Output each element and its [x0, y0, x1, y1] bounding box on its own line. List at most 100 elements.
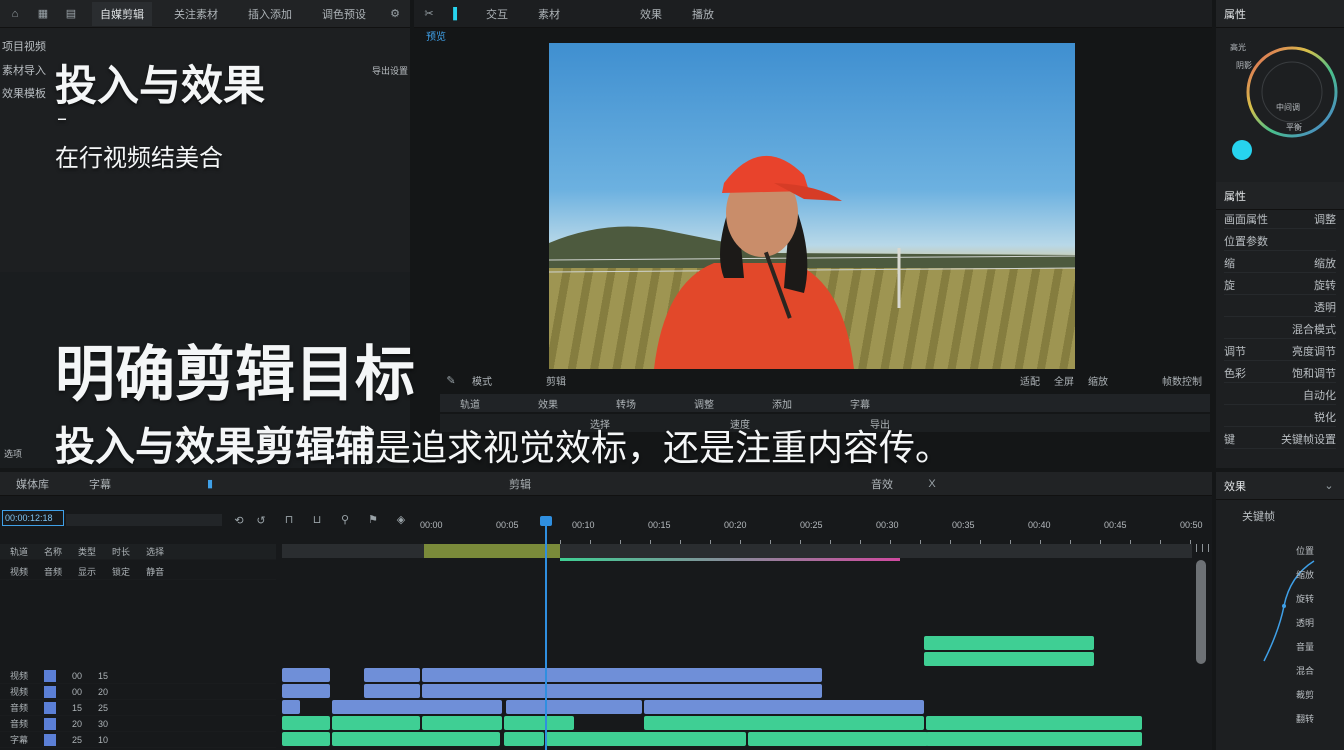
- export-settings-label[interactable]: 导出设置: [372, 64, 408, 77]
- viewer-tab-effects[interactable]: 效果: [632, 2, 670, 26]
- tab-color-preset[interactable]: 调色预设: [314, 2, 374, 26]
- track-row[interactable]: 字幕 25 10: [0, 732, 276, 748]
- viewer-subtab[interactable]: 预览: [426, 28, 446, 43]
- track-row[interactable]: 音频 15 25: [0, 700, 276, 716]
- video-clip[interactable]: [422, 684, 822, 698]
- audio-clip[interactable]: [924, 636, 1094, 650]
- keyframe-label[interactable]: 旋转: [1296, 592, 1314, 605]
- video-clip[interactable]: [332, 700, 502, 714]
- grid-icon[interactable]: ▦: [36, 7, 50, 21]
- keyframe-label[interactable]: 透明: [1296, 616, 1314, 629]
- home-icon[interactable]: ⌂: [8, 7, 22, 21]
- video-clip[interactable]: [644, 700, 924, 714]
- row1-subtitle[interactable]: 字幕: [850, 396, 870, 411]
- row1-effect[interactable]: 效果: [538, 396, 558, 411]
- video-clip[interactable]: [364, 668, 420, 682]
- audio-clip[interactable]: [748, 732, 928, 746]
- undo-icon[interactable]: ↺: [254, 513, 268, 527]
- audio-clip[interactable]: [504, 732, 544, 746]
- timeline-tab-audio[interactable]: 音效: [863, 472, 901, 496]
- props-row[interactable]: 自动化: [1224, 386, 1336, 405]
- props-row[interactable]: 混合模式: [1224, 320, 1336, 339]
- timeline-tab-media[interactable]: 媒体库: [8, 472, 57, 496]
- audio-clip[interactable]: [926, 716, 1142, 730]
- cut-icon[interactable]: ⊔: [310, 512, 324, 526]
- bookmark-icon[interactable]: ▮: [203, 477, 217, 491]
- props-row[interactable]: 色彩 饱和调节: [1224, 364, 1336, 383]
- track-row[interactable]: 视频 00 15: [0, 668, 276, 684]
- grid-snap-icon[interactable]: ◈: [394, 512, 408, 526]
- ctrl-fit[interactable]: 适配: [1020, 373, 1040, 388]
- audio-clip[interactable]: [422, 716, 502, 730]
- row1-transition[interactable]: 转场: [616, 396, 636, 411]
- options-label[interactable]: 选项: [4, 447, 22, 460]
- work-area-bar[interactable]: [282, 544, 1192, 558]
- playhead-handle[interactable]: [540, 516, 552, 526]
- tab-follow[interactable]: 关注素材: [166, 2, 226, 26]
- props-row[interactable]: 键 关键帧设置: [1224, 430, 1336, 449]
- ctrl-zoom[interactable]: 缩放: [1088, 373, 1108, 388]
- row1-adjust[interactable]: 调整: [694, 396, 714, 411]
- playhead[interactable]: [545, 516, 547, 750]
- props-row[interactable]: 缩 缩放: [1224, 254, 1336, 273]
- tab-insert[interactable]: 插入添加: [240, 2, 300, 26]
- timeline-tab-edit[interactable]: 剪辑: [501, 472, 539, 496]
- settings-icon[interactable]: ⚙: [388, 7, 402, 21]
- tab-media[interactable]: 自媒剪辑: [92, 1, 152, 26]
- marker-icon[interactable]: ▌: [450, 7, 464, 21]
- props-row[interactable]: 透明: [1224, 298, 1336, 317]
- keyframe-label[interactable]: 裁剪: [1296, 688, 1314, 701]
- crop-icon[interactable]: ✂: [422, 7, 436, 21]
- split-icon[interactable]: ⊓: [282, 512, 296, 526]
- row1-add[interactable]: 添加: [772, 396, 792, 411]
- audio-clip[interactable]: [332, 732, 500, 746]
- audio-clip[interactable]: [332, 716, 420, 730]
- keyframe-label[interactable]: 混合: [1296, 664, 1314, 677]
- left-item-3[interactable]: 效果模板: [2, 85, 46, 101]
- viewer-tab-interact[interactable]: 交互: [478, 2, 516, 26]
- chevron-down-icon[interactable]: ⌄: [1322, 479, 1336, 493]
- audio-clip[interactable]: [924, 652, 1094, 666]
- video-clip[interactable]: [282, 700, 300, 714]
- ctrl-edit[interactable]: 剪辑: [546, 373, 566, 388]
- video-clip[interactable]: [282, 684, 330, 698]
- audio-clip[interactable]: [282, 716, 330, 730]
- audio-clip[interactable]: [926, 732, 1142, 746]
- viewer-tab-media[interactable]: 素材: [530, 2, 568, 26]
- row1-track[interactable]: 轨道: [460, 396, 480, 411]
- timecode-field[interactable]: 00:00:12:18: [2, 510, 64, 526]
- track-row[interactable]: 视频 00 20: [0, 684, 276, 700]
- video-clip[interactable]: [506, 700, 642, 714]
- video-clip[interactable]: [282, 668, 330, 682]
- timeline-tab-subtitle[interactable]: 字幕: [81, 472, 119, 496]
- props-row[interactable]: 画面属性 调整: [1224, 210, 1336, 229]
- ctrl-frames[interactable]: 帧数控制: [1162, 373, 1202, 388]
- keyframe-label[interactable]: 位置: [1296, 544, 1314, 557]
- layout-icon[interactable]: ▤: [64, 7, 78, 21]
- audio-clip[interactable]: [546, 732, 746, 746]
- viewer-tab-play[interactable]: 播放: [684, 2, 722, 26]
- pen-icon[interactable]: ✎: [444, 373, 458, 387]
- video-preview[interactable]: [549, 43, 1075, 369]
- snap-icon[interactable]: ⟲: [232, 513, 246, 527]
- props-row[interactable]: 旋 旋转: [1224, 276, 1336, 295]
- keyframe-label[interactable]: 音量: [1296, 640, 1314, 653]
- timeline-scrollbar[interactable]: [1196, 560, 1206, 664]
- props-row[interactable]: 调节 亮度调节: [1224, 342, 1336, 361]
- trim-icon[interactable]: ⚲: [338, 512, 352, 526]
- keyframe-label[interactable]: 缩放: [1296, 568, 1314, 581]
- video-clip[interactable]: [422, 668, 822, 682]
- left-item-1[interactable]: 项目视频: [2, 38, 46, 54]
- track-row[interactable]: 音频 20 30: [0, 716, 276, 732]
- color-accent-dot[interactable]: [1232, 140, 1252, 160]
- keyframe-label[interactable]: 翻转: [1296, 712, 1314, 725]
- left-item-2[interactable]: 素材导入: [2, 62, 46, 78]
- audio-clip[interactable]: [504, 716, 574, 730]
- ctrl-mode[interactable]: 模式: [472, 373, 492, 388]
- props-row[interactable]: 位置参数: [1224, 232, 1336, 251]
- audio-clip[interactable]: [644, 716, 924, 730]
- pin-icon[interactable]: ⚑: [366, 512, 380, 526]
- video-clip[interactable]: [364, 684, 420, 698]
- close-icon[interactable]: X: [925, 477, 939, 491]
- props-row[interactable]: 锐化: [1224, 408, 1336, 427]
